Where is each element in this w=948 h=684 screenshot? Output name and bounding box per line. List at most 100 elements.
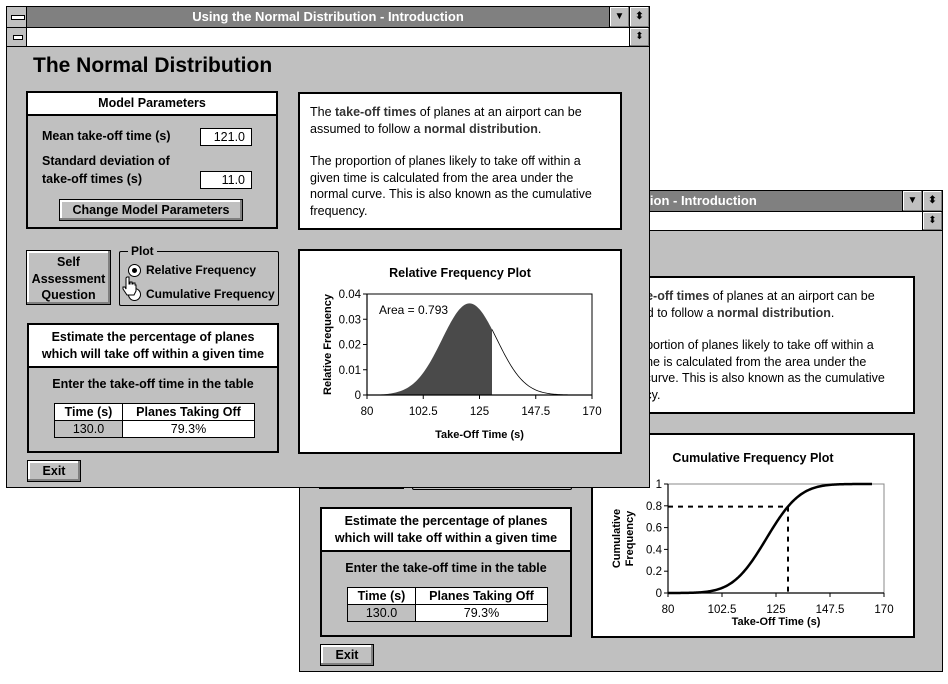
label-line: Assessment bbox=[31, 271, 106, 286]
model-parameters-header: Model Parameters bbox=[28, 93, 276, 116]
column-header-planes: Planes Taking Off bbox=[415, 587, 548, 605]
table-header-row: Time (s) Planes Taking Off bbox=[347, 587, 548, 605]
document-system-menu-icon[interactable] bbox=[7, 28, 27, 46]
mean-label: Mean take-off time (s) bbox=[42, 129, 171, 143]
estimate-panel: Estimate the percentage of planes which … bbox=[320, 507, 572, 637]
x-tick-label: 147.5 bbox=[816, 604, 845, 616]
y-tick-label: 0 bbox=[656, 588, 662, 600]
x-tick-label: 102.5 bbox=[409, 406, 438, 418]
mean-input[interactable]: 121.0 bbox=[200, 128, 252, 146]
estimate-header-line: which will take off within a given time bbox=[334, 531, 558, 545]
bold-term: take-off times bbox=[335, 105, 417, 119]
estimate-panel: Estimate the percentage of planes which … bbox=[27, 323, 279, 453]
reference-dashed-line bbox=[668, 505, 789, 593]
radio-button-icon[interactable] bbox=[128, 263, 141, 277]
curve-line bbox=[667, 482, 873, 595]
area-annotation: Area = 0.793 bbox=[379, 303, 448, 317]
restore-button[interactable]: ⬍ bbox=[922, 212, 942, 230]
chart-title: Relative Frequency Plot bbox=[389, 266, 532, 280]
plot-group-label: Plot bbox=[128, 244, 157, 258]
time-cell-input[interactable]: 130.0 bbox=[347, 604, 416, 622]
y-tick-label: 0.01 bbox=[339, 365, 361, 377]
minimize-button[interactable]: ▼ bbox=[902, 191, 922, 211]
x-axis-label: Take-Off Time (s) bbox=[732, 616, 821, 628]
sd-input[interactable]: 11.0 bbox=[200, 171, 252, 189]
sd-label-line2: take-off times (s) bbox=[42, 172, 143, 186]
info-paragraph-1: The take-off times of planes at an airpo… bbox=[310, 104, 610, 137]
shaded-area bbox=[367, 303, 492, 395]
chart: Relative Frequency Plot 0 0.01 0.02 0.03 0.04… bbox=[322, 266, 602, 441]
estimate-instruction: Enter the take-off time in the table bbox=[52, 377, 254, 391]
x-tick-label: 170 bbox=[582, 406, 601, 418]
text: . bbox=[537, 121, 542, 136]
radio-label: Cumulative Frequency bbox=[146, 287, 275, 301]
y-tick-label: 0.4 bbox=[646, 544, 663, 556]
x-tick-label: 102.5 bbox=[708, 604, 737, 616]
exit-button[interactable]: Exit bbox=[320, 644, 374, 666]
x-axis-label: Take-Off Time (s) bbox=[435, 429, 524, 441]
radio-relative-frequency[interactable]: Relative Frequency bbox=[128, 263, 256, 277]
column-header-time: Time (s) bbox=[54, 403, 123, 421]
info-text-box: The take-off times of planes at an airpo… bbox=[298, 92, 622, 230]
x-tick-label: 125 bbox=[766, 604, 785, 616]
x-tick-label: 125 bbox=[470, 406, 489, 418]
x-tick-label: 80 bbox=[361, 406, 374, 418]
y-tick-label: 0.2 bbox=[646, 566, 662, 578]
estimate-instruction: Enter the take-off time in the table bbox=[345, 561, 547, 575]
y-tick-label: 0.8 bbox=[646, 501, 662, 513]
plot-frame bbox=[667, 483, 885, 594]
y-tick-label: 1 bbox=[656, 479, 662, 491]
estimate-header-line: which will take off within a given time bbox=[41, 347, 265, 361]
estimate-header-line: Estimate the percentage of planes bbox=[51, 330, 255, 344]
label-line: Question bbox=[41, 288, 96, 302]
system-menu-icon[interactable] bbox=[7, 7, 27, 27]
maximize-button[interactable]: ⬍ bbox=[629, 7, 649, 27]
sd-label-line1: Standard deviation of bbox=[42, 154, 170, 168]
y-axis-label: Cumulative bbox=[611, 509, 623, 568]
y-tick-label: 0.03 bbox=[339, 314, 361, 326]
radio-cumulative-frequency[interactable]: Cumulative Frequency bbox=[128, 287, 275, 301]
time-cell-input[interactable]: 130.0 bbox=[54, 420, 123, 438]
window-title: Using the Normal Distribution - Introduc… bbox=[192, 9, 464, 24]
y-tick-label: 0.6 bbox=[646, 523, 662, 535]
label-line: Self bbox=[57, 255, 80, 269]
estimate-table: Time (s) Planes Taking Off 130.0 79.3% bbox=[54, 403, 255, 438]
document-bar: ⬍ bbox=[7, 28, 649, 47]
self-assessment-button[interactable]: Self Assessment Question bbox=[26, 250, 111, 305]
curve-line bbox=[491, 329, 580, 396]
y-tick-label: 0.04 bbox=[339, 289, 362, 301]
column-header-planes: Planes Taking Off bbox=[122, 403, 255, 421]
x-tick-label: 147.5 bbox=[521, 406, 550, 418]
page-title: The Normal Distribution bbox=[33, 54, 273, 77]
column-header-time: Time (s) bbox=[347, 587, 416, 605]
estimate-header: Estimate the percentage of planes which … bbox=[29, 325, 277, 368]
planes-taking-off-cell: 79.3% bbox=[415, 604, 548, 622]
main-window-front: Using the Normal Distribution - Introduc… bbox=[6, 6, 650, 488]
info-paragraph-2: The proportion of planes likely to take … bbox=[310, 154, 592, 218]
restore-button[interactable]: ⬍ bbox=[629, 28, 649, 46]
radio-label: Relative Frequency bbox=[146, 263, 257, 277]
text: The bbox=[310, 105, 336, 119]
title-bar[interactable]: Using the Normal Distribution - Introduc… bbox=[7, 7, 649, 28]
minimize-button[interactable]: ▼ bbox=[609, 7, 629, 27]
chart-title: Cumulative Frequency Plot bbox=[672, 451, 834, 465]
chart-panel: Relative Frequency Plot 0 0.01 0.02 0.03 0.04… bbox=[298, 249, 622, 454]
text: . bbox=[830, 305, 835, 320]
table-row: 130.0 79.3% bbox=[54, 420, 255, 438]
table-row: 130.0 79.3% bbox=[347, 604, 548, 622]
x-tick-label: 80 bbox=[662, 604, 675, 616]
bold-term: normal distribution bbox=[716, 305, 831, 320]
y-axis-label: Frequency bbox=[624, 510, 636, 567]
exit-button[interactable]: Exit bbox=[27, 460, 81, 482]
estimate-table: Time (s) Planes Taking Off 130.0 79.3% bbox=[347, 587, 548, 622]
estimate-header-line: Estimate the percentage of planes bbox=[344, 514, 548, 528]
maximize-button[interactable]: ⬍ bbox=[922, 191, 942, 211]
y-tick-label: 0.02 bbox=[339, 340, 361, 352]
change-model-parameters-button[interactable]: Change Model Parameters bbox=[59, 199, 243, 221]
planes-taking-off-cell: 79.3% bbox=[122, 420, 255, 438]
y-tick-label: 0 bbox=[355, 390, 361, 402]
hand-cursor-icon bbox=[122, 276, 137, 296]
plot-group: Plot Relative Frequency Cumulative Frequ… bbox=[119, 244, 279, 306]
y-axis-label: Relative Frequency bbox=[322, 293, 334, 395]
model-parameters-panel: Model Parameters Mean take-off time (s) … bbox=[26, 91, 278, 229]
